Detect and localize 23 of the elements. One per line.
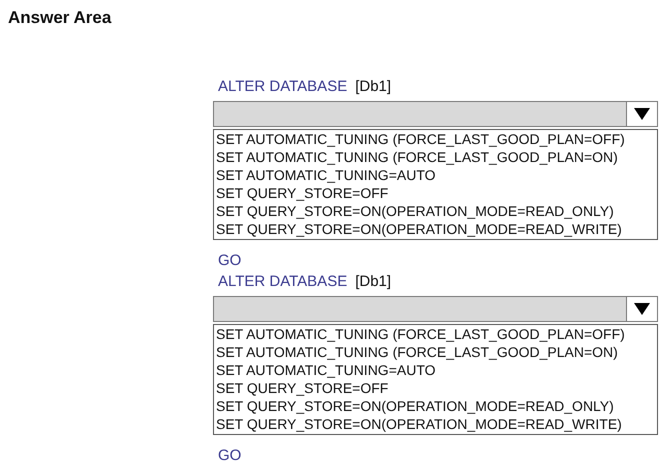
dropdown-option[interactable]: SET QUERY_STORE=ON(OPERATION_MODE=READ_ONLY) <box>216 202 657 220</box>
database-name: [Db1] <box>355 78 392 95</box>
dropdown-option[interactable]: SET AUTOMATIC_TUNING=AUTO <box>216 361 657 379</box>
sql-keyword: ALTER DATABASE <box>218 273 348 290</box>
caret-icon <box>633 302 651 316</box>
dropdown-option[interactable]: SET QUERY_STORE=OFF <box>216 184 657 202</box>
dropdown-option[interactable]: SET AUTOMATIC_TUNING (FORCE_LAST_GOOD_PLAN=OFF) <box>216 325 657 343</box>
dropdown-option[interactable]: SET AUTOMATIC_TUNING=AUTO <box>216 166 657 184</box>
dropdown-option[interactable]: SET QUERY_STORE=ON(OPERATION_MODE=READ_WRITE) <box>216 220 657 238</box>
dropdown-option[interactable]: SET AUTOMATIC_TUNING (FORCE_LAST_GOOD_PLAN=OFF) <box>216 130 657 148</box>
database-name: [Db1] <box>355 273 392 290</box>
dropdown-field[interactable] <box>213 296 658 322</box>
dropdown-option[interactable]: SET QUERY_STORE=OFF <box>216 379 657 397</box>
sql-keyword: ALTER DATABASE <box>218 78 348 95</box>
dropdown-option[interactable]: SET AUTOMATIC_TUNING (FORCE_LAST_GOOD_PLAN=ON) <box>216 343 657 361</box>
dropdown-option[interactable]: SET QUERY_STORE=ON(OPERATION_MODE=READ_WRITE) <box>216 415 657 433</box>
answer-area-title: Answer Area <box>8 8 112 28</box>
dropdown-option[interactable]: SET QUERY_STORE=ON(OPERATION_MODE=READ_ONLY) <box>216 397 657 415</box>
caret-icon <box>633 107 651 121</box>
go-keyword: GO <box>217 447 242 464</box>
go-keyword: GO <box>217 252 242 269</box>
dropdown-field[interactable] <box>213 101 658 127</box>
dropdown-option[interactable]: SET AUTOMATIC_TUNING (FORCE_LAST_GOOD_PLAN=ON) <box>216 148 657 166</box>
